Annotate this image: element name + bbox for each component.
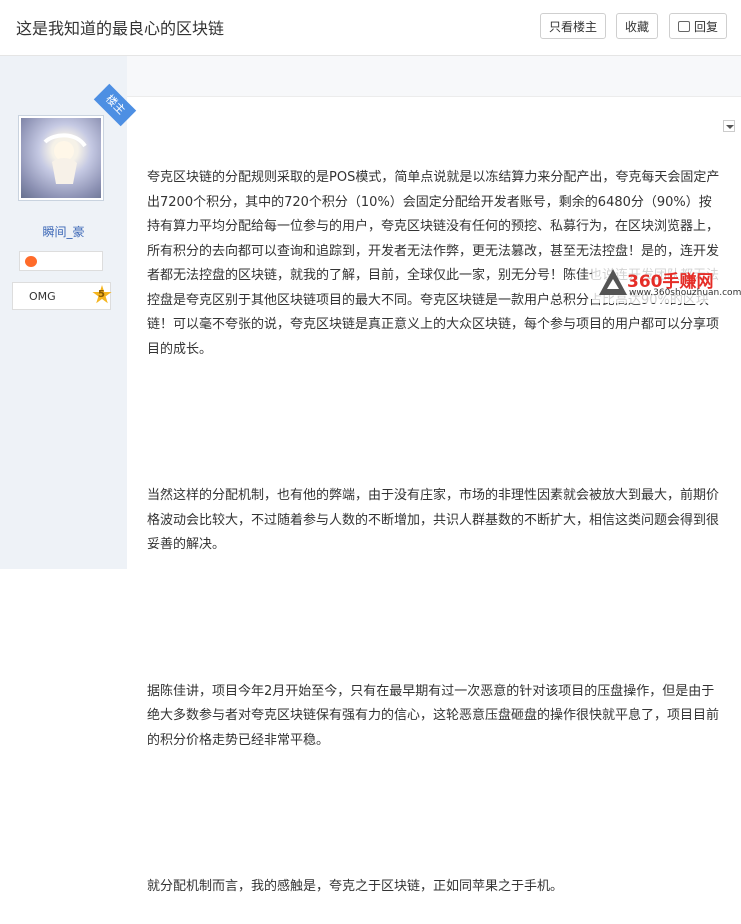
avatar-figure-icon: [43, 133, 87, 184]
post-title: 这是我知道的最良心的区块链: [16, 19, 225, 38]
post-paragraph: 就分配机制而言，我的感触是，夸克之于区块链，正如同苹果之于手机。: [147, 879, 564, 894]
author-name[interactable]: 瞬间_豪: [0, 223, 127, 240]
watermark: 360手赚网 www.360shouzhuan.com: [592, 267, 741, 303]
watermark-logo-icon: [599, 269, 627, 295]
game-medal: [19, 251, 103, 271]
post-paragraph: 当然这样的分配机制，也有他的弊端，由于没有庄家，市场的非理性因素就会被放大到最大…: [147, 488, 720, 552]
post-content: 夸克区块链的分配规则采取的是POS模式，简单点说就是以冻结算力来分配产出，夸克每…: [147, 117, 722, 924]
post-options-dropdown[interactable]: [723, 120, 735, 132]
only-author-button[interactable]: 只看楼主: [540, 13, 606, 39]
reply-icon: [677, 21, 690, 32]
post-paragraph: 据陈佳讲，项目今年2月开始至今，只有在最早期有过一次恶意的针对该项目的压盘操作，…: [147, 683, 720, 748]
author-rank: OMG 5: [12, 282, 112, 310]
avatar-image: [21, 118, 101, 198]
avatar[interactable]: [18, 115, 104, 201]
game-icon: [25, 256, 37, 267]
rank-text: OMG: [29, 290, 56, 303]
post-paragraph: 夸克区块链的分配规则采取的是POS模式，简单点说就是以冻结算力来分配产出，夸克每…: [147, 170, 720, 357]
rank-level: 5: [98, 289, 105, 300]
favorite-button[interactable]: 收藏: [616, 13, 658, 39]
reply-button-label: 回复: [693, 20, 718, 34]
post-header: 这是我知道的最良心的区块链 只看楼主 收藏 回复: [0, 0, 741, 56]
reply-button[interactable]: 回复: [669, 13, 727, 39]
watermark-url: www.360shouzhuan.com: [629, 288, 741, 298]
